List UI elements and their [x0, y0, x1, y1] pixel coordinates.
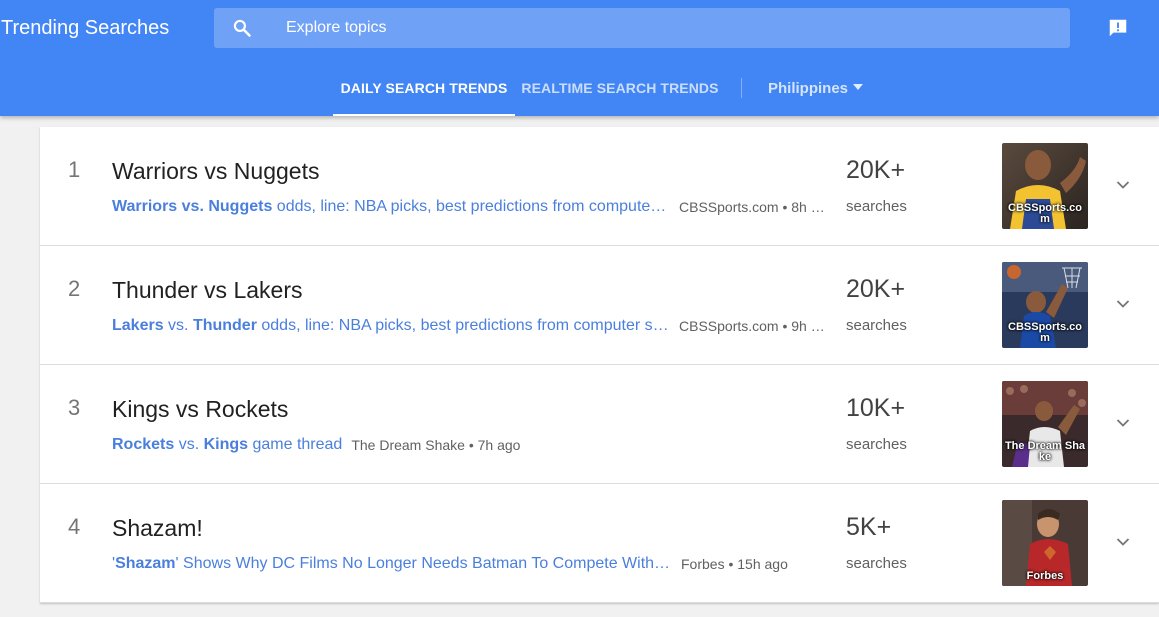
trend-article: 'Shazam' Shows Why DC Films No Longer Ne… — [112, 554, 832, 574]
search-icon[interactable] — [232, 18, 252, 38]
search-input[interactable]: Explore topics — [286, 19, 387, 37]
thumbnail-caption: The Dream Shake — [1004, 440, 1086, 463]
trend-query[interactable]: Warriors vs Nuggets — [112, 157, 319, 185]
chevron-down-icon[interactable] — [1115, 415, 1131, 431]
thumbnail-caption: CBSSports.com — [1008, 321, 1082, 344]
article-source: CBSSports.com • 8h a… — [679, 199, 829, 215]
article-text: vs. — [174, 436, 204, 453]
search-count: 5K+ — [846, 513, 892, 541]
trend-row[interactable]: 4 Shazam! 'Shazam' Shows Why DC Films No… — [40, 484, 1159, 603]
thumbnail-caption: CBSSports.com — [1008, 202, 1082, 225]
chevron-down-icon[interactable] — [1115, 177, 1131, 193]
article-source: Forbes • 15h ago — [681, 556, 788, 572]
article-highlight: Thunder — [192, 317, 257, 334]
trend-rank: 2 — [68, 276, 81, 301]
article-link[interactable]: Rockets vs. Kings game thread — [112, 435, 342, 455]
search-count-label: searches — [846, 198, 907, 215]
trend-query[interactable]: Kings vs Rockets — [112, 395, 288, 423]
chevron-down-icon[interactable] — [1115, 296, 1131, 312]
article-highlight: Rockets — [112, 436, 175, 453]
thumbnail-caption: Forbes — [1026, 570, 1064, 582]
article-highlight: Kings — [203, 436, 249, 453]
trend-article: Warriors vs. Nuggets odds, line: NBA pic… — [112, 197, 832, 217]
article-source: The Dream Shake • 7h ago — [351, 437, 521, 453]
article-text: game thread — [248, 436, 343, 453]
search-count: 20K+ — [846, 156, 906, 184]
search-count-label: searches — [846, 436, 907, 453]
trend-thumbnail[interactable]: CBSSports.com — [1002, 262, 1088, 348]
trend-article: Rockets vs. Kings game thread The Dream S… — [112, 435, 832, 455]
trends-list: 1 Warriors vs Nuggets Warriors vs. Nugge… — [40, 127, 1159, 603]
region-selector[interactable]: Philippines — [768, 78, 848, 100]
tab-realtime-search-trends[interactable]: REALTIME SEARCH TRENDS — [515, 60, 725, 116]
trend-query[interactable]: Thunder vs Lakers — [112, 276, 302, 304]
feedback-icon[interactable] — [1107, 17, 1129, 39]
trend-row[interactable]: 3 Kings vs Rockets Rockets vs. Kings gam… — [40, 365, 1159, 484]
trend-article: Lakers vs. Thunder odds, line: NBA picks… — [112, 316, 832, 336]
app-title[interactable]: Trending Searches — [1, 16, 169, 40]
article-highlight: Lakers — [112, 317, 164, 334]
article-link[interactable]: 'Shazam' Shows Why DC Films No Longer Ne… — [112, 554, 672, 574]
article-highlight: Warriors — [112, 198, 178, 215]
trend-rank: 1 — [68, 157, 81, 182]
search-count: 10K+ — [846, 394, 906, 422]
article-highlight: vs. — [177, 198, 209, 215]
search-count-label: searches — [846, 317, 907, 334]
trend-thumbnail[interactable]: The Dream Shake — [1002, 381, 1088, 467]
tab-daily-search-trends[interactable]: DAILY SEARCH TRENDS — [333, 60, 515, 116]
chevron-down-icon[interactable] — [1115, 534, 1131, 550]
search-box[interactable]: Explore topics — [214, 8, 1070, 48]
trend-rank: 4 — [68, 514, 81, 539]
trend-thumbnail[interactable]: CBSSports.com — [1002, 143, 1088, 229]
tab-divider — [741, 78, 742, 98]
article-text: Shows Why DC Films No Longer Needs Batma… — [178, 555, 672, 572]
caret-down-icon[interactable] — [853, 84, 863, 90]
article-highlight: Shazam — [115, 555, 176, 572]
search-count-label: searches — [846, 555, 907, 572]
article-link[interactable]: Lakers vs. Thunder odds, line: NBA picks… — [112, 316, 670, 336]
article-text: odds, line: NBA picks, best predictions … — [256, 317, 670, 334]
app-header: Trending Searches Explore topics DAILY S… — [0, 0, 1159, 116]
article-text: vs. — [163, 317, 193, 334]
trend-row[interactable]: 1 Warriors vs Nuggets Warriors vs. Nugge… — [40, 127, 1159, 246]
trend-row[interactable]: 2 Thunder vs Lakers Lakers vs. Thunder o… — [40, 246, 1159, 365]
article-link[interactable]: Warriors vs. Nuggets odds, line: NBA pic… — [112, 197, 670, 217]
trend-rank: 3 — [68, 395, 81, 420]
trend-thumbnail[interactable]: Forbes — [1002, 500, 1088, 586]
article-highlight: Nuggets — [208, 198, 273, 215]
trend-query[interactable]: Shazam! — [112, 514, 203, 542]
search-count: 20K+ — [846, 275, 906, 303]
article-text: odds, line: NBA picks, best predictions … — [272, 198, 670, 215]
article-source: CBSSports.com • 9h a… — [679, 318, 829, 334]
